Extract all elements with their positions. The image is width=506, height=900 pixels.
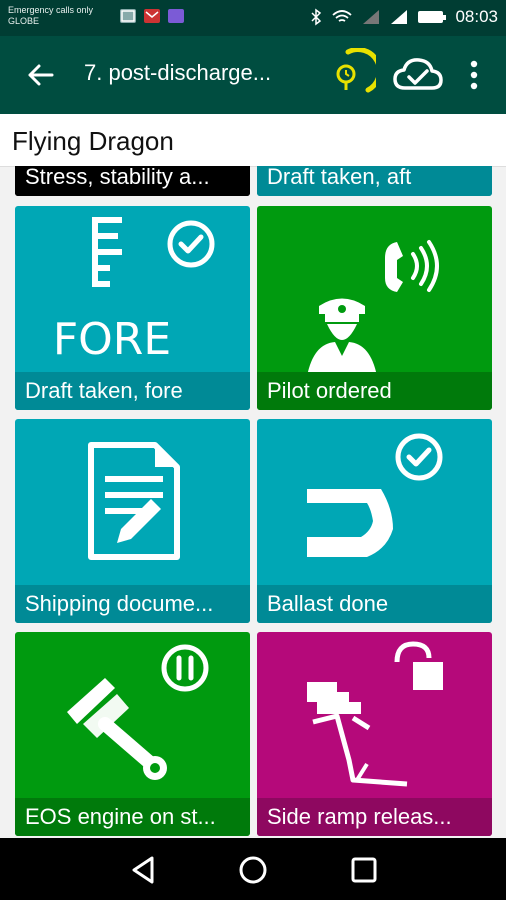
tile-label: Side ramp releas... xyxy=(257,798,492,836)
draft-fore-icon: FORE xyxy=(53,217,215,365)
bluetooth-icon xyxy=(311,8,322,26)
nav-recents-icon[interactable] xyxy=(346,852,382,888)
tile-ballast-done[interactable]: Ballast done xyxy=(257,419,492,623)
status-right: 08:03 xyxy=(309,7,498,27)
tile-label: Draft taken, fore xyxy=(15,372,250,410)
cloud-sync-icon[interactable] xyxy=(392,54,444,94)
pilot-icon xyxy=(307,240,439,376)
gallery-notification-icon xyxy=(120,9,136,23)
navigation-bar xyxy=(0,838,506,900)
tile-draft-fore[interactable]: FORE Draft taken, fore xyxy=(15,206,250,410)
side-ramp-icon xyxy=(307,641,443,787)
checklist-title: 7. post-discharge... xyxy=(84,60,272,85)
tile-label: Draft taken, aft xyxy=(257,166,492,196)
tile-pilot-ordered[interactable]: Pilot ordered xyxy=(257,206,492,410)
clock: 08:03 xyxy=(455,7,498,26)
battery-icon xyxy=(418,11,447,23)
tile-stress-stability[interactable]: Stress, stability a... xyxy=(15,166,250,196)
tile-eos-engine[interactable]: EOS engine on st... xyxy=(15,632,250,836)
tile-side-ramp[interactable]: Side ramp releas... xyxy=(257,632,492,836)
tile-draft-aft[interactable]: Draft taken, aft xyxy=(257,166,492,196)
wifi-icon xyxy=(332,10,353,22)
nav-back-icon[interactable] xyxy=(126,852,162,888)
tile-label: Shipping docume... xyxy=(15,585,250,623)
checklist-grid: Stress, stability a... Draft taken, aft … xyxy=(0,166,506,838)
back-arrow-icon[interactable] xyxy=(24,58,58,92)
carrier-line-2: GLOBE xyxy=(8,16,40,26)
more-vert-icon[interactable] xyxy=(464,58,484,92)
piston-icon xyxy=(67,644,209,780)
chat-notification-icon xyxy=(168,9,184,23)
tile-label: Stress, stability a... xyxy=(15,166,250,196)
carrier-line-1: Emergency calls only xyxy=(8,5,94,15)
ship-header: Flying Dragon xyxy=(0,114,506,167)
ballast-tank-icon xyxy=(307,433,443,557)
tile-label: EOS engine on st... xyxy=(15,798,250,836)
fore-text: FORE xyxy=(53,314,171,365)
notification-icons xyxy=(120,9,184,23)
progress-gauge-icon[interactable] xyxy=(328,48,376,98)
signal-icon xyxy=(363,10,380,24)
document-edit-icon xyxy=(88,442,180,560)
status-bar: Emergency calls only GLOBE 08:03 xyxy=(0,0,506,36)
tile-label: Pilot ordered xyxy=(257,372,492,410)
nav-home-icon[interactable] xyxy=(235,852,271,888)
signal-full-icon xyxy=(391,10,408,24)
carrier-info: Emergency calls only GLOBE xyxy=(8,5,93,27)
ship-name: Flying Dragon xyxy=(12,126,174,156)
mail-notification-icon xyxy=(144,9,160,23)
tile-shipping-documents[interactable]: Shipping docume... xyxy=(15,419,250,623)
tile-label: Ballast done xyxy=(257,585,492,623)
app-bar: 7. post-discharge... xyxy=(0,36,506,114)
